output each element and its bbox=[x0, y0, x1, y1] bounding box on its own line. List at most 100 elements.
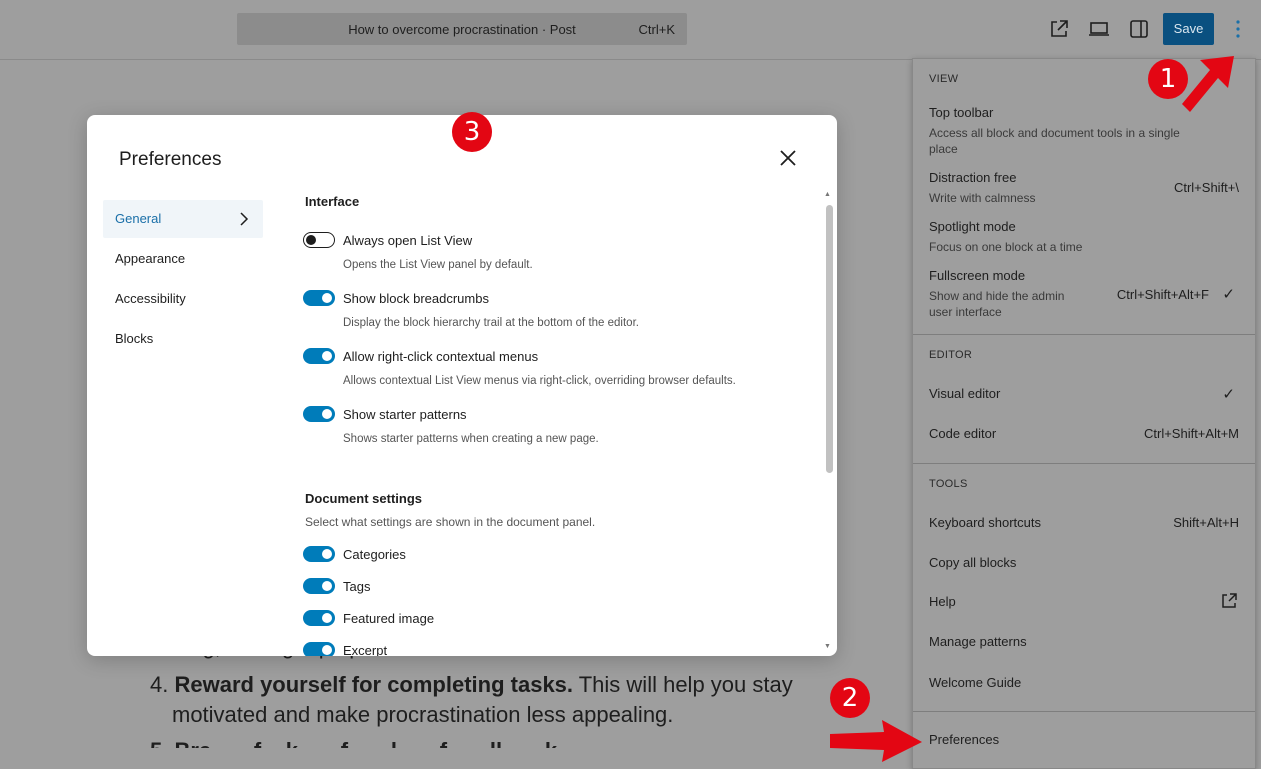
menu-item-label: Visual editor bbox=[929, 386, 1001, 401]
document-settings-title: Document settings bbox=[305, 491, 423, 506]
list-number: 4. bbox=[150, 672, 169, 697]
menu-item-manage-patterns[interactable]: Manage patterns bbox=[913, 625, 1255, 661]
sidebar-toggle-icon[interactable] bbox=[1128, 18, 1150, 40]
menu-item-spotlight-mode[interactable]: Spotlight mode Focus on one block at a t… bbox=[913, 217, 1255, 257]
menu-item-desc: Access all block and document tools in a… bbox=[929, 126, 1180, 156]
external-link-icon bbox=[1222, 593, 1237, 608]
menu-item-keyboard-shortcuts[interactable]: Keyboard shortcuts Shift+Alt+H bbox=[913, 506, 1255, 542]
toggle-knob bbox=[322, 581, 332, 591]
tools-group-label: TOOLS bbox=[929, 478, 968, 490]
view-group-label: VIEW bbox=[929, 73, 959, 85]
nav-item-blocks[interactable]: Blocks bbox=[103, 320, 263, 358]
menu-item-shortcut: Shift+Alt+H bbox=[1173, 515, 1239, 530]
option-label: Featured image bbox=[343, 611, 435, 626]
toggle-excerpt[interactable] bbox=[303, 642, 335, 656]
toggle-knob bbox=[322, 293, 332, 303]
nav-item-label: Blocks bbox=[115, 331, 154, 346]
menu-item-label: Distraction free bbox=[929, 170, 1017, 185]
option-label: Categories bbox=[343, 547, 406, 562]
menu-item-label: Copy all blocks bbox=[929, 555, 1017, 570]
annotation-badge-2: 2 bbox=[830, 678, 870, 718]
option-label: Allow right-click contextual menus bbox=[343, 349, 539, 364]
menu-divider bbox=[913, 711, 1255, 712]
menu-item-copy-all-blocks[interactable]: Copy all blocks bbox=[913, 546, 1255, 582]
toggle-show-block-breadcrumbs[interactable] bbox=[303, 290, 335, 306]
menu-item-desc: Write with calmness bbox=[929, 191, 1036, 205]
menu-item-label: Spotlight mode bbox=[929, 219, 1016, 234]
save-button[interactable]: Save bbox=[1163, 13, 1214, 45]
menu-item-label: Preferences bbox=[929, 732, 1000, 747]
list-item-continuation: motivated and make procrastination less … bbox=[172, 702, 674, 727]
nav-item-label: General bbox=[115, 211, 162, 226]
close-icon[interactable] bbox=[777, 147, 799, 169]
document-settings-desc: Select what settings are shown in the do… bbox=[305, 515, 596, 529]
menu-item-preferences[interactable]: Preferences bbox=[913, 723, 1255, 759]
annotation-badge-3: 3 bbox=[452, 112, 492, 152]
nav-item-accessibility[interactable]: Accessibility bbox=[103, 280, 263, 318]
nav-item-appearance[interactable]: Appearance bbox=[103, 240, 263, 278]
toggle-knob bbox=[322, 351, 332, 361]
option-label: Always open List View bbox=[343, 233, 473, 248]
menu-item-shortcut: Ctrl+Shift+\ bbox=[1173, 180, 1239, 195]
toggle-tags[interactable] bbox=[303, 578, 335, 594]
option-desc: Opens the List View panel by default. bbox=[343, 259, 533, 271]
scrollbar-thumb[interactable] bbox=[826, 205, 833, 473]
toggle-knob bbox=[322, 549, 332, 559]
nav-item-label: Accessibility bbox=[115, 291, 186, 306]
command-palette-bar[interactable]: How to overcome procrastination · Post C… bbox=[237, 13, 687, 45]
scroll-up-arrow[interactable]: ▲ bbox=[824, 191, 831, 198]
menu-item-label: Manage patterns bbox=[929, 634, 1027, 649]
menu-item-label: Top toolbar bbox=[929, 105, 994, 120]
chevron-right-icon bbox=[240, 212, 249, 226]
toggle-knob bbox=[322, 409, 332, 419]
menu-item-label: Help bbox=[929, 594, 956, 609]
scroll-down-arrow[interactable]: ▼ bbox=[824, 643, 831, 650]
menu-divider bbox=[913, 463, 1255, 464]
menu-item-code-editor[interactable]: Code editor Ctrl+Shift+Alt+M bbox=[913, 417, 1255, 453]
annotation-arrow-2 bbox=[830, 720, 922, 762]
preview-device-icon[interactable] bbox=[1088, 18, 1110, 40]
option-desc: Allows contextual List View menus via ri… bbox=[343, 375, 736, 387]
list-item[interactable]: 4. Reward yourself for completing tasks.… bbox=[150, 672, 793, 698]
more-options-icon[interactable] bbox=[1228, 16, 1248, 42]
menu-item-label: Keyboard shortcuts bbox=[929, 515, 1042, 530]
nav-item-label: Appearance bbox=[115, 251, 186, 266]
option-label: Show block breadcrumbs bbox=[343, 291, 489, 306]
option-label: Tags bbox=[343, 579, 371, 594]
editor-top-bar: How to overcome procrastination · Post C… bbox=[0, 0, 1261, 60]
checkmark-icon: ✓ bbox=[1222, 386, 1235, 403]
toggle-knob bbox=[322, 645, 332, 655]
option-desc: Shows starter patterns when creating a n… bbox=[343, 433, 599, 445]
annotation-arrow-1 bbox=[1182, 56, 1234, 112]
toggle-show-starter-patterns[interactable] bbox=[303, 406, 335, 422]
menu-item-label: Welcome Guide bbox=[929, 675, 1022, 690]
menu-item-desc: Focus on one block at a time bbox=[929, 240, 1083, 254]
option-desc: Display the block hierarchy trail at the… bbox=[343, 317, 639, 329]
toggle-featured-image[interactable] bbox=[303, 610, 335, 626]
menu-item-welcome-guide[interactable]: Welcome Guide bbox=[913, 666, 1255, 702]
list-item-text: This will help you stay bbox=[573, 672, 793, 697]
external-link-icon[interactable] bbox=[1048, 18, 1070, 40]
document-title: How to overcome procrastination · Post bbox=[348, 22, 576, 37]
menu-divider bbox=[913, 334, 1255, 335]
menu-item-distraction-free[interactable]: Distraction free Write with calmness Ctr… bbox=[913, 167, 1255, 211]
toggle-categories[interactable] bbox=[303, 546, 335, 562]
nav-item-general[interactable]: General bbox=[103, 200, 263, 238]
toggle-knob bbox=[306, 235, 316, 245]
preferences-modal: Preferences General Appearance Accessibi… bbox=[87, 115, 837, 656]
toggle-right-click-menus[interactable] bbox=[303, 348, 335, 364]
menu-item-shortcut: Ctrl+Shift+Alt+F bbox=[1116, 287, 1209, 302]
menu-item-fullscreen-mode[interactable]: Fullscreen mode Show and hide the admin … bbox=[913, 266, 1255, 326]
menu-item-shortcut: Ctrl+Shift+Alt+M bbox=[1143, 426, 1239, 441]
menu-item-help[interactable]: Help bbox=[913, 585, 1255, 621]
checkmark-icon: ✓ bbox=[1222, 286, 1235, 303]
command-shortcut: Ctrl+K bbox=[638, 22, 675, 37]
option-label: Show starter patterns bbox=[343, 407, 467, 422]
option-label: Excerpt bbox=[343, 643, 388, 656]
list-item-partial: 5. Bre... ...f ...k... ...f... ...l... .… bbox=[150, 738, 557, 748]
menu-item-visual-editor[interactable]: Visual editor ✓ bbox=[913, 377, 1255, 413]
toggle-always-open-list-view[interactable] bbox=[303, 232, 335, 248]
list-item-bold: Reward yourself for completing tasks. bbox=[174, 672, 574, 697]
interface-section-title: Interface bbox=[305, 194, 360, 209]
options-menu: VIEW Top toolbar Access all block and do… bbox=[912, 58, 1256, 769]
